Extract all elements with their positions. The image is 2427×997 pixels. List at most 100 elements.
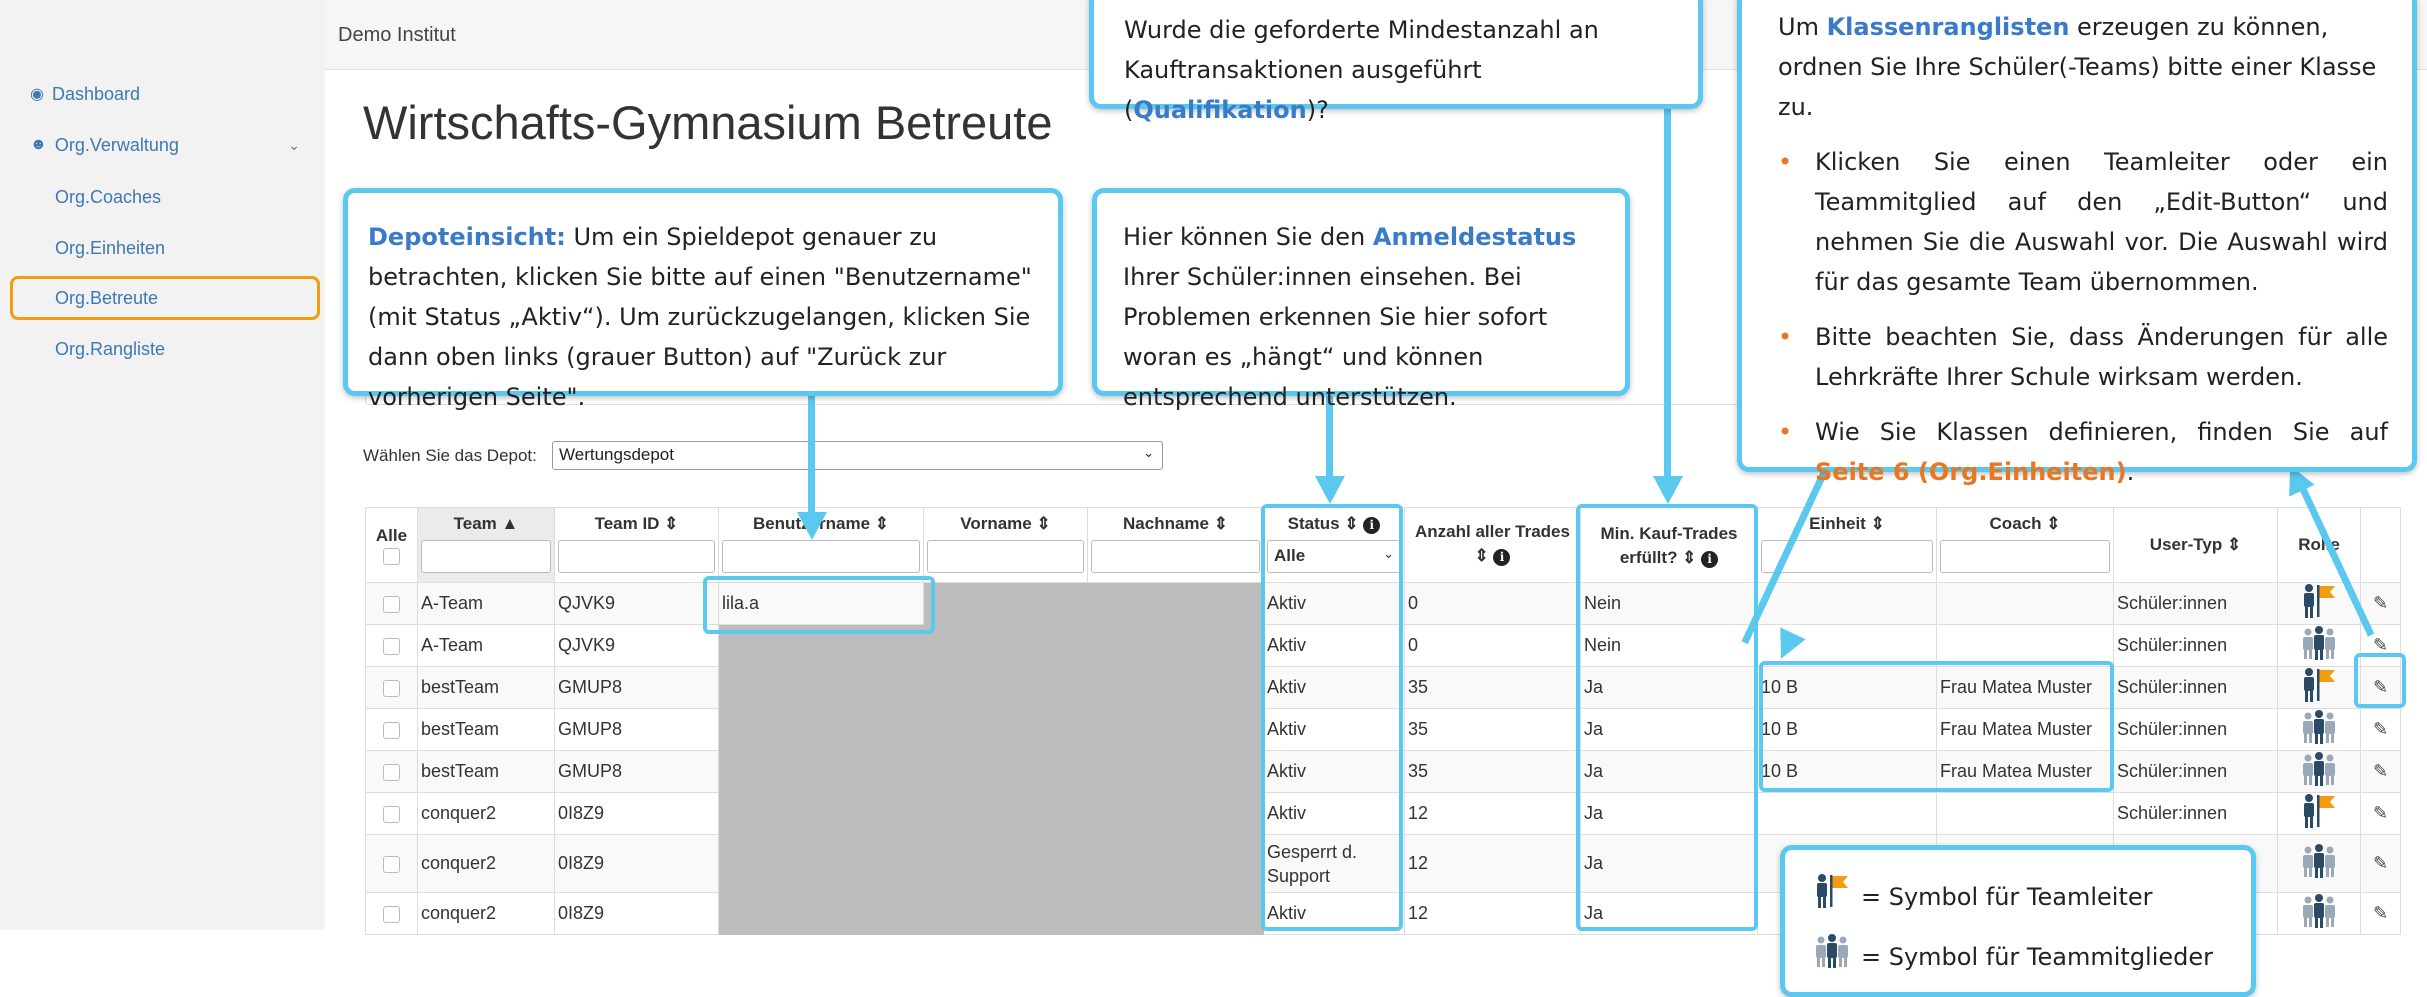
cell-edit[interactable]: ✎ bbox=[2360, 708, 2401, 751]
callout-text: Um bbox=[1778, 13, 1827, 41]
header-alle[interactable]: Alle bbox=[365, 507, 418, 583]
cell-user-typ: Schüler:innen bbox=[2113, 792, 2278, 835]
cell-nachname bbox=[1087, 834, 1264, 893]
cell-checkbox[interactable] bbox=[365, 708, 418, 751]
cell-edit[interactable]: ✎ bbox=[2360, 750, 2401, 793]
cell-benutzername bbox=[718, 892, 924, 935]
cell-team: conquer2 bbox=[417, 892, 555, 935]
filter-coach-input[interactable] bbox=[1940, 540, 2110, 573]
sidebar-item-org-einheiten[interactable]: Org.Einheiten bbox=[10, 228, 320, 268]
status-column-highlight bbox=[1261, 504, 1403, 931]
page-title: Wirtschafts-Gymnasium Betreute bbox=[363, 96, 1053, 149]
users-icon: ☻ bbox=[30, 136, 47, 153]
edit-pencil-icon[interactable]: ✎ bbox=[2373, 853, 2388, 873]
cell-benutzername bbox=[718, 666, 924, 709]
cell-checkbox[interactable] bbox=[365, 792, 418, 835]
cell-checkbox[interactable] bbox=[365, 666, 418, 709]
cell-team: bestTeam bbox=[417, 750, 555, 793]
cell-team-id: GMUP8 bbox=[554, 708, 719, 751]
row-checkbox[interactable] bbox=[383, 637, 400, 655]
cell-user-typ: Schüler:innen bbox=[2113, 582, 2278, 625]
filter-team-id-input[interactable] bbox=[558, 540, 715, 573]
cell-trades: 35 bbox=[1404, 666, 1581, 709]
sidebar-item-org-verwaltung[interactable]: ☻ Org.Verwaltung ⌄ bbox=[10, 125, 320, 165]
cell-user-typ: Schüler:innen bbox=[2113, 750, 2278, 793]
cell-nachname bbox=[1087, 792, 1264, 835]
filter-benutzername-input[interactable] bbox=[722, 540, 920, 573]
team-leader-icon bbox=[2300, 794, 2338, 833]
callout-bullet: Wie Sie Klassen definieren, finden Sie a… bbox=[1778, 412, 2388, 492]
info-icon[interactable]: i bbox=[1493, 549, 1511, 566]
callout-bullet-list: Klicken Sie einen Teamleiter oder ein Te… bbox=[1778, 142, 2388, 492]
edit-pencil-icon[interactable]: ✎ bbox=[2373, 761, 2388, 781]
cell-checkbox[interactable] bbox=[365, 834, 418, 893]
chevron-down-icon: ⌄ bbox=[288, 136, 300, 153]
row-checkbox[interactable] bbox=[383, 905, 400, 923]
sidebar-item-org-betreute[interactable]: Org.Betreute bbox=[10, 276, 320, 320]
select-all-checkbox[interactable] bbox=[383, 548, 400, 566]
header-trades[interactable]: Anzahl aller Trades ⇕ i bbox=[1404, 507, 1581, 583]
cell-edit[interactable]: ✎ bbox=[2360, 892, 2401, 935]
einheit-coach-highlight bbox=[1759, 661, 2114, 792]
edit-pencil-icon[interactable]: ✎ bbox=[2373, 593, 2388, 613]
header-nachname[interactable]: Nachname ⇕ bbox=[1087, 507, 1264, 583]
arrow-line bbox=[808, 393, 815, 515]
cell-nachname bbox=[1087, 624, 1264, 667]
header-team[interactable]: Team ▲ bbox=[417, 507, 555, 583]
header-label: Alle bbox=[375, 526, 408, 545]
filter-team-input[interactable] bbox=[421, 540, 551, 573]
cell-einheit bbox=[1757, 792, 1937, 835]
header-vorname[interactable]: Vorname ⇕ bbox=[923, 507, 1088, 583]
cell-trades: 12 bbox=[1404, 834, 1581, 893]
cell-checkbox[interactable] bbox=[365, 582, 418, 625]
edit-pencil-icon[interactable]: ✎ bbox=[2373, 719, 2388, 739]
filter-nachname-input[interactable] bbox=[1091, 540, 1260, 573]
depot-select[interactable]: Wertungsdepot ⌄ bbox=[552, 441, 1163, 470]
callout-bold: Anmeldestatus bbox=[1372, 223, 1577, 251]
cell-checkbox[interactable] bbox=[365, 750, 418, 793]
legend-leader-text: = Symbol für Teamleiter bbox=[1861, 883, 2153, 911]
row-checkbox[interactable] bbox=[383, 679, 400, 697]
cell-edit[interactable]: ✎ bbox=[2360, 792, 2401, 835]
row-checkbox[interactable] bbox=[383, 721, 400, 739]
callout-anmeldestatus: Hier können Sie den Anmeldestatus Ihrer … bbox=[1092, 188, 1630, 411]
sidebar-item-label: Dashboard bbox=[51, 83, 141, 104]
filter-vorname-input[interactable] bbox=[927, 540, 1084, 573]
team-member-icon bbox=[2300, 710, 2338, 749]
callout-qualifikation: Wurde die geforderte Mindestanzahl an Ka… bbox=[1089, 0, 1703, 124]
cell-trades: 0 bbox=[1404, 624, 1581, 667]
header-coach[interactable]: Coach ⇕ bbox=[1936, 507, 2114, 583]
header-einheit[interactable]: Einheit ⇕ bbox=[1757, 507, 1937, 583]
cell-checkbox[interactable] bbox=[365, 892, 418, 935]
cell-vorname bbox=[923, 792, 1088, 835]
row-checkbox[interactable] bbox=[383, 763, 400, 781]
edit-pencil-icon[interactable]: ✎ bbox=[2373, 803, 2388, 823]
cell-user-typ: Schüler:innen bbox=[2113, 624, 2278, 667]
callout-legend: = Symbol für Teamleiter = Symbol für Tea… bbox=[1780, 845, 2256, 997]
cell-checkbox[interactable] bbox=[365, 624, 418, 667]
callout-klassenranglisten: Um Klassenranglisten erzeugen zu können,… bbox=[1737, 0, 2417, 486]
sidebar-item-dashboard[interactable]: ◉ Dashboard bbox=[10, 74, 320, 114]
edit-button-highlight bbox=[2354, 653, 2406, 708]
header-team-id[interactable]: Team ID ⇕ bbox=[554, 507, 719, 583]
row-checkbox[interactable] bbox=[383, 805, 400, 823]
cell-team-id: 0I8Z9 bbox=[554, 834, 719, 893]
kauf-trades-column-highlight bbox=[1576, 504, 1758, 931]
team-member-icon bbox=[2300, 752, 2338, 791]
cell-team-id: 0I8Z9 bbox=[554, 892, 719, 935]
header-label: Anzahl aller Trades ⇕ bbox=[1415, 522, 1570, 565]
header-user-typ[interactable]: User-Typ ⇕ bbox=[2113, 507, 2278, 583]
edit-pencil-icon[interactable]: ✎ bbox=[2373, 903, 2388, 923]
cell-team-id: GMUP8 bbox=[554, 666, 719, 709]
cell-coach bbox=[1936, 582, 2114, 625]
cell-trades: 0 bbox=[1404, 582, 1581, 625]
row-checkbox[interactable] bbox=[383, 855, 400, 873]
sidebar-item-org-coaches[interactable]: Org.Coaches bbox=[10, 177, 320, 217]
cell-nachname bbox=[1087, 892, 1264, 935]
row-checkbox[interactable] bbox=[383, 595, 400, 613]
cell-vorname bbox=[923, 750, 1088, 793]
edit-pencil-icon[interactable]: ✎ bbox=[2373, 635, 2388, 655]
cell-rolle bbox=[2277, 892, 2361, 935]
sidebar-item-org-rangliste[interactable]: Org.Rangliste bbox=[10, 329, 320, 369]
cell-edit[interactable]: ✎ bbox=[2360, 834, 2401, 893]
